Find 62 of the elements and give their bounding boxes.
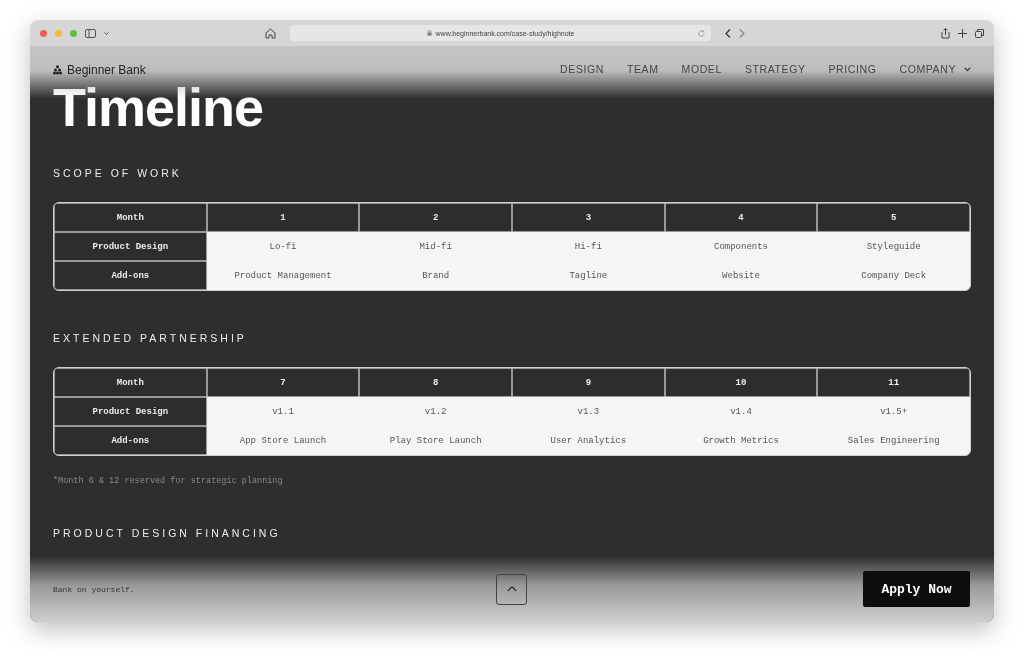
section-heading: SCOPE OF WORK bbox=[53, 166, 182, 180]
row-header: Product Design bbox=[54, 232, 207, 261]
table-cell-text: v1.1 bbox=[271, 405, 295, 419]
table-cell-text: v1.3 bbox=[576, 405, 601, 419]
column-header: 4 bbox=[664, 203, 818, 232]
lock-icon[interactable] bbox=[426, 30, 432, 36]
page-title: Timeline bbox=[53, 81, 264, 133]
table-cell-text: v1.5+ bbox=[879, 405, 909, 419]
new-tab-icon[interactable] bbox=[958, 28, 967, 38]
table-cell-text: Company Deck bbox=[860, 269, 928, 283]
nav-link[interactable]: STRATEGY bbox=[744, 63, 806, 75]
apply-now-button[interactable]: Apply Now bbox=[863, 571, 970, 607]
tagline: Bank on yourself. bbox=[53, 584, 136, 594]
tabs-icon[interactable] bbox=[975, 28, 984, 38]
row-header: Add-ons bbox=[54, 426, 207, 455]
table-cell-text: Tagline bbox=[568, 269, 609, 283]
table-cell-text: User Analytics bbox=[549, 434, 628, 448]
column-header: 2 bbox=[359, 203, 512, 232]
table-cell-text: Website bbox=[721, 269, 761, 283]
table-cell-text: Sales Engineering bbox=[846, 434, 941, 448]
home-icon[interactable] bbox=[265, 27, 276, 39]
column-header: Month bbox=[54, 203, 207, 232]
section-heading: PRODUCT DESIGN FINANCING bbox=[53, 526, 281, 540]
chevron-up-icon bbox=[506, 586, 517, 592]
chevron-down-icon bbox=[964, 66, 971, 72]
table-cell-text: App Store Launch bbox=[238, 434, 328, 448]
table-cell-text: Components bbox=[713, 240, 769, 254]
table-cell-text: Mid-fi bbox=[418, 240, 453, 254]
column-header: 1 bbox=[206, 203, 360, 232]
row-header: Product Design bbox=[54, 397, 207, 426]
nav-link[interactable]: MODEL bbox=[681, 63, 722, 75]
column-header: 9 bbox=[512, 368, 665, 397]
column-header: 3 bbox=[512, 203, 665, 232]
table-cell-text: Lo-fi bbox=[268, 240, 298, 254]
table-cell-text: Hi-fi bbox=[573, 240, 603, 254]
table-cell-text: Play Store Launch bbox=[388, 434, 483, 448]
brand-name[interactable]: Beginner Bank bbox=[67, 63, 146, 77]
scroll-top-button[interactable] bbox=[496, 573, 527, 605]
column-header: 7 bbox=[206, 368, 360, 397]
column-header: 8 bbox=[359, 368, 512, 397]
table-cell-text: v1.2 bbox=[423, 405, 448, 419]
table-cell-text: Growth Metrics bbox=[702, 434, 780, 448]
row-header: Add-ons bbox=[54, 261, 207, 290]
table-cell-text: Styleguide bbox=[865, 240, 922, 254]
table-cell-text: Brand bbox=[421, 269, 451, 283]
nav-link[interactable]: PRICING bbox=[828, 63, 877, 75]
dots-logo-icon[interactable] bbox=[53, 65, 62, 75]
chevron-down-icon[interactable] bbox=[104, 31, 109, 35]
nav-link[interactable]: COMPANY bbox=[899, 63, 971, 75]
section-heading: EXTENDED PARTNERSHIP bbox=[53, 331, 247, 345]
column-header: 10 bbox=[664, 368, 818, 397]
column-header: 5 bbox=[817, 203, 970, 232]
nav-link[interactable]: TEAM bbox=[626, 63, 659, 75]
share-icon[interactable] bbox=[941, 27, 950, 39]
footnote: *Month 6 & 12 reserved for strategic planning bbox=[53, 475, 283, 488]
table-cell-text: v1.4 bbox=[729, 405, 753, 419]
column-header: 11 bbox=[817, 368, 970, 397]
column-header: Month bbox=[54, 368, 207, 397]
nav-link[interactable]: DESIGN bbox=[560, 63, 604, 75]
sidebar-icon[interactable] bbox=[85, 28, 96, 38]
table-cell-text: Product Management bbox=[233, 269, 333, 283]
back-icon[interactable] bbox=[725, 28, 731, 38]
